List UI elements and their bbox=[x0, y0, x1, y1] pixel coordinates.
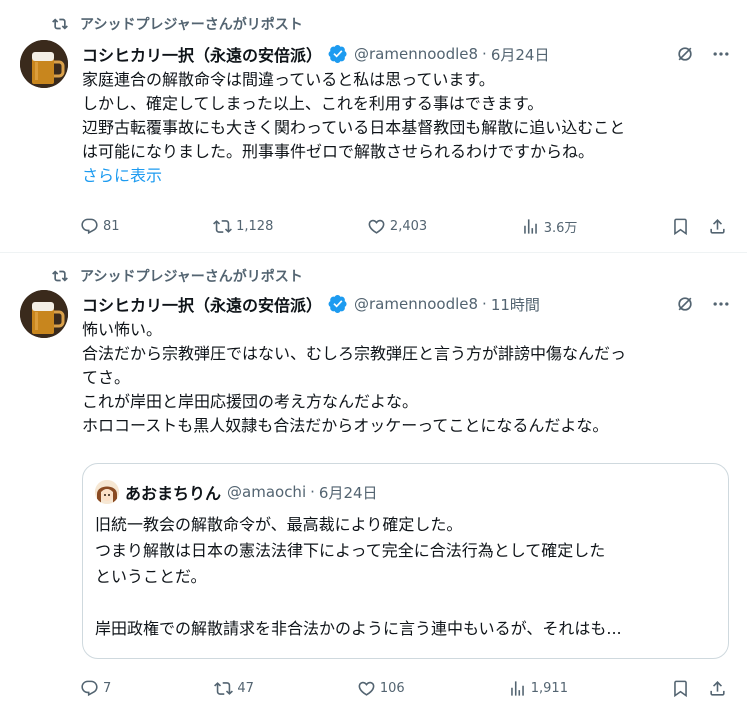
repost-icon bbox=[52, 270, 68, 282]
quoted-text-line: 岸田政権での解散請求を非合法かのように言う連中もいるが、それはも... bbox=[95, 619, 622, 638]
like-count: 106 bbox=[379, 680, 405, 696]
reply-button[interactable]: 81 bbox=[80, 217, 120, 236]
bookmark-button[interactable] bbox=[671, 217, 690, 236]
tweet-actions: 7 47 106 1,911 bbox=[80, 676, 727, 700]
quoted-tweet-text: 旧統一教会の解散命令が、最高裁により確定した。 つまり解散は日本の憲法法律下によ… bbox=[95, 512, 716, 642]
quoted-avatar[interactable] bbox=[95, 480, 119, 504]
view-count: 3.6万 bbox=[543, 220, 578, 236]
like-button[interactable]: 2,403 bbox=[367, 217, 427, 236]
repost-count: 47 bbox=[237, 680, 254, 696]
heart-icon bbox=[358, 681, 375, 696]
quoted-timestamp[interactable]: 6月24日 bbox=[319, 482, 378, 503]
verified-badge-icon[interactable] bbox=[328, 294, 348, 314]
grok-icon[interactable] bbox=[675, 44, 695, 64]
retweet-icon bbox=[213, 219, 233, 233]
handle[interactable]: @ramennoodle8 bbox=[354, 45, 478, 63]
analytics-icon bbox=[523, 218, 537, 234]
beer-mug-avatar-image bbox=[20, 40, 68, 88]
repost-button[interactable]: 1,128 bbox=[213, 217, 273, 236]
repost-indicator[interactable]: アシッドプレジャーさんがリポスト bbox=[52, 266, 303, 286]
share-button[interactable] bbox=[708, 679, 727, 698]
display-name[interactable]: コシヒカリ一択（永遠の安倍派） bbox=[82, 42, 322, 66]
share-actions bbox=[671, 217, 727, 236]
tweet-text-line: これが岸田と岸田応援団の考え方なんだよな。 bbox=[82, 392, 419, 411]
quoted-display-name[interactable]: あおまちりん bbox=[125, 480, 221, 504]
bookmark-icon bbox=[674, 218, 687, 235]
tweet-text-line: 合法だから宗教弾圧ではない、むしろ宗教弾圧と言う方が誹謗中傷なんだっ bbox=[82, 344, 627, 363]
quoted-tweet-header: あおまちりん @amaochi · 6月24日 bbox=[95, 480, 378, 504]
bookmark-icon bbox=[674, 680, 687, 697]
reply-icon bbox=[81, 218, 98, 234]
repost-count: 1,128 bbox=[236, 218, 274, 234]
more-options-icon[interactable] bbox=[711, 294, 731, 314]
timestamp[interactable]: 6月24日 bbox=[491, 44, 550, 65]
quoted-text-line: 旧統一教会の解散命令が、最高裁により確定した。 bbox=[95, 515, 463, 534]
quoted-text-line bbox=[95, 590, 716, 616]
like-button[interactable]: 106 bbox=[357, 679, 405, 698]
avatar[interactable] bbox=[20, 40, 68, 88]
beer-mug-avatar-image bbox=[20, 290, 68, 338]
share-icon bbox=[710, 680, 725, 696]
repost-icon bbox=[52, 18, 68, 30]
tweet-text: 家庭連合の解散命令は間違っていると私は思っています。 しかし、確定してしまった以… bbox=[82, 68, 731, 188]
anime-girl-avatar-image bbox=[95, 480, 119, 504]
repost-label[interactable]: アシッドプレジャーさんがリポスト bbox=[80, 14, 303, 34]
quoted-text-line: つまり解散は日本の憲法法律下によって完全に合法行為として確定した bbox=[95, 541, 606, 560]
views-button[interactable]: 1,911 bbox=[508, 679, 568, 698]
bookmark-button[interactable] bbox=[671, 679, 690, 698]
separator: · bbox=[310, 483, 315, 501]
tweet-text-line: 怖い怖い。 bbox=[82, 320, 163, 339]
repost-indicator[interactable]: アシッドプレジャーさんがリポスト bbox=[52, 14, 303, 34]
more-options-icon[interactable] bbox=[711, 44, 731, 64]
tweet-text-line: しかし、確定してしまった以上、これを利用する事はできます。 bbox=[82, 94, 544, 113]
tweet-text: 怖い怖い。 合法だから宗教弾圧ではない、むしろ宗教弾圧と言う方が誹謗中傷なんだっ… bbox=[82, 318, 731, 438]
reply-count: 81 bbox=[103, 218, 120, 234]
timestamp[interactable]: 11時間 bbox=[491, 294, 540, 315]
views-button[interactable]: 3.6万 bbox=[521, 217, 578, 236]
display-name[interactable]: コシヒカリ一択（永遠の安倍派） bbox=[82, 292, 322, 316]
tweet-text-line: 辺野古転覆事故にも大きく関わっている日本基督教団も解散に追い込むこと bbox=[82, 118, 626, 137]
grok-icon[interactable] bbox=[675, 294, 695, 314]
tweet-text-line: てさ。 bbox=[82, 368, 131, 387]
share-button[interactable] bbox=[708, 217, 727, 236]
quoted-text-line: ということだ。 bbox=[95, 567, 207, 586]
separator: · bbox=[482, 45, 487, 63]
quoted-handle[interactable]: @amaochi bbox=[227, 483, 306, 501]
heart-icon bbox=[368, 219, 385, 234]
avatar[interactable] bbox=[20, 290, 68, 338]
verified-badge-icon[interactable] bbox=[328, 44, 348, 64]
view-count: 1,911 bbox=[530, 680, 568, 696]
analytics-icon bbox=[510, 680, 524, 696]
like-count: 2,403 bbox=[389, 218, 428, 234]
retweet-icon bbox=[214, 681, 234, 695]
tweet-header: コシヒカリ一択（永遠の安倍派） @ramennoodle8 · 6月24日 bbox=[82, 42, 731, 66]
tweet-2[interactable]: アシッドプレジャーさんがリポスト コシヒカリ一択（永遠の安倍派） @ramenn… bbox=[0, 254, 747, 706]
tweet-text-line: は可能になりました。刑事事件ゼロで解散させられるわけですからね。 bbox=[82, 142, 595, 161]
tweet-text-line: 家庭連合の解散命令は間違っていると私は思っています。 bbox=[82, 70, 495, 89]
share-actions bbox=[671, 679, 727, 698]
reply-count: 7 bbox=[103, 680, 112, 696]
reply-button[interactable]: 7 bbox=[80, 679, 111, 698]
separator: · bbox=[482, 295, 487, 313]
repost-button[interactable]: 47 bbox=[214, 679, 254, 698]
tweet-1[interactable]: アシッドプレジャーさんがリポスト コシヒカリ一択（永遠の安倍派） @ramenn… bbox=[0, 0, 747, 253]
tweet-actions: 81 1,128 2,403 3.6万 bbox=[80, 214, 727, 238]
quoted-tweet[interactable]: あおまちりん @amaochi · 6月24日 旧統一教会の解散命令が、最高裁に… bbox=[82, 463, 729, 659]
tweet-header-actions bbox=[675, 44, 731, 64]
tweet-header-actions bbox=[675, 294, 731, 314]
reply-icon bbox=[81, 680, 98, 696]
share-icon bbox=[710, 218, 725, 234]
handle[interactable]: @ramennoodle8 bbox=[354, 295, 478, 313]
tweet-header: コシヒカリ一択（永遠の安倍派） @ramennoodle8 · 11時間 bbox=[82, 292, 731, 316]
show-more-link[interactable]: さらに表示 bbox=[82, 164, 731, 188]
tweet-text-line: ホロコーストも黒人奴隷も合法だからオッケーってことになるんだよな。 bbox=[82, 416, 609, 435]
repost-label[interactable]: アシッドプレジャーさんがリポスト bbox=[80, 266, 303, 286]
